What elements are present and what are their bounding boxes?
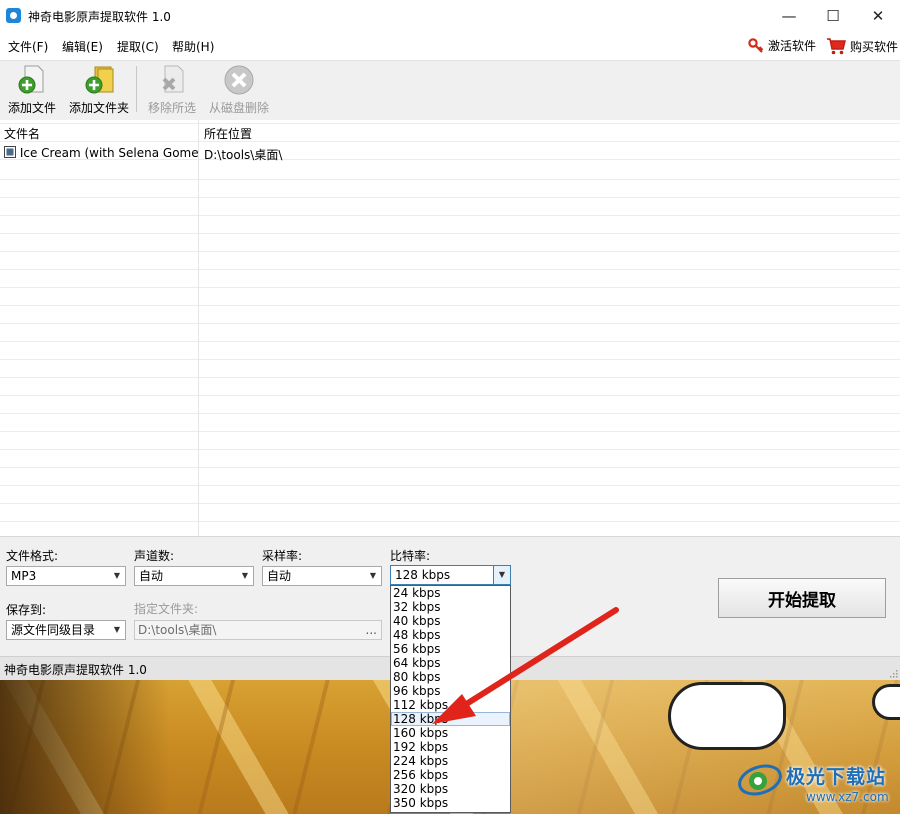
start-extract-button[interactable]: 开始提取 bbox=[718, 578, 886, 618]
add-folder-button[interactable]: 添加文件夹 bbox=[69, 64, 129, 116]
resize-grip-icon[interactable] bbox=[888, 668, 898, 678]
delete-from-disk-button[interactable]: 从磁盘删除 bbox=[209, 64, 269, 116]
format-select[interactable]: MP3 ▼ bbox=[6, 566, 126, 586]
video-file-icon bbox=[4, 146, 16, 158]
column-header-location[interactable]: 所在位置 bbox=[204, 125, 252, 142]
bitrate-option[interactable]: 256 kbps bbox=[391, 768, 510, 782]
add-folder-icon bbox=[85, 66, 114, 94]
toolbar bbox=[0, 60, 900, 122]
remove-file-icon bbox=[162, 65, 184, 93]
activate-label: 激活软件 bbox=[768, 39, 817, 53]
key-icon bbox=[748, 37, 764, 53]
remove-selected-label: 移除所选 bbox=[148, 101, 197, 115]
bitrate-option[interactable]: 350 kbps bbox=[391, 796, 510, 810]
cart-icon bbox=[827, 38, 846, 55]
folder-path-field[interactable]: D:\tools\桌面\ ... bbox=[134, 620, 382, 640]
add-file-label: 添加文件 bbox=[8, 101, 57, 115]
window-title: 神奇电影原声提取软件 1.0 bbox=[28, 10, 171, 24]
saveto-value: 源文件同级目录 bbox=[11, 623, 96, 637]
buy-software-link[interactable]: 购买软件 bbox=[826, 37, 898, 55]
chevron-down-icon: ▼ bbox=[113, 571, 121, 580]
menu-extract[interactable]: 提取(C) bbox=[117, 38, 159, 55]
chevron-down-icon: ▼ bbox=[113, 625, 121, 634]
watermark-brand: 极光下载站 bbox=[786, 766, 887, 788]
menu-help[interactable]: 帮助(H) bbox=[172, 38, 214, 55]
app-icon bbox=[6, 8, 21, 23]
bitrate-value: 128 kbps bbox=[395, 568, 451, 582]
buy-label: 购买软件 bbox=[850, 39, 899, 54]
watermark-url: www.xz7.com bbox=[806, 790, 889, 804]
add-file-button[interactable]: 添加文件 bbox=[8, 64, 56, 116]
bitrate-label: 比特率: bbox=[390, 549, 431, 563]
saveto-label: 保存到: bbox=[6, 603, 47, 617]
toolbar-separator bbox=[136, 66, 137, 112]
chevron-down-icon: ▼ bbox=[493, 566, 510, 584]
chevron-down-icon: ▼ bbox=[369, 571, 377, 580]
samplerate-select[interactable]: 自动 ▼ bbox=[262, 566, 382, 586]
bitrate-select[interactable]: 128 kbps ▼ bbox=[390, 565, 511, 585]
delete-from-disk-label: 从磁盘删除 bbox=[209, 101, 270, 115]
delete-circle-icon bbox=[224, 65, 254, 95]
row-filename: Ice Cream (with Selena Gome... bbox=[19, 146, 198, 160]
annotation-arrow bbox=[432, 607, 619, 724]
status-text: 神奇电影原声提取软件 1.0 bbox=[4, 663, 147, 677]
channels-select[interactable]: 自动 ▼ bbox=[134, 566, 254, 586]
bitrate-option[interactable]: 24 kbps bbox=[391, 586, 510, 600]
row-location: D:\tools\桌面\ bbox=[204, 148, 283, 162]
browse-button[interactable]: ... bbox=[366, 621, 377, 639]
cartoon-hand bbox=[668, 682, 786, 750]
file-list[interactable] bbox=[0, 120, 900, 536]
channels-label: 声道数: bbox=[134, 549, 175, 563]
samplerate-label: 采样率: bbox=[262, 549, 303, 563]
format-label: 文件格式: bbox=[6, 549, 59, 563]
add-file-icon bbox=[18, 65, 44, 94]
remove-selected-button[interactable]: 移除所选 bbox=[148, 64, 196, 116]
menu-file[interactable]: 文件(F) bbox=[8, 38, 48, 55]
chevron-down-icon: ▼ bbox=[241, 571, 249, 580]
minimize-button[interactable]: — bbox=[767, 0, 811, 32]
maximize-button[interactable]: ☐ bbox=[811, 0, 855, 32]
format-value: MP3 bbox=[11, 569, 37, 583]
activate-software-link[interactable]: 激活软件 bbox=[748, 37, 816, 54]
watermark-logo-icon bbox=[738, 764, 782, 796]
samplerate-value: 自动 bbox=[267, 569, 292, 583]
bitrate-option[interactable]: 224 kbps bbox=[391, 754, 510, 768]
channels-value: 自动 bbox=[139, 569, 164, 583]
close-button[interactable]: ✕ bbox=[856, 0, 900, 32]
menu-edit[interactable]: 编辑(E) bbox=[62, 38, 103, 55]
bitrate-option[interactable]: 320 kbps bbox=[391, 782, 510, 796]
add-folder-label: 添加文件夹 bbox=[69, 101, 130, 115]
folder-label: 指定文件夹: bbox=[134, 602, 199, 616]
table-row[interactable]: Ice Cream (with Selena Gome... bbox=[4, 146, 198, 160]
folder-path-value: D:\tools\桌面\ bbox=[138, 623, 217, 637]
video-shadow bbox=[0, 680, 170, 814]
column-header-filename[interactable]: 文件名 bbox=[4, 125, 40, 142]
saveto-select[interactable]: 源文件同级目录 ▼ bbox=[6, 620, 126, 640]
bitrate-option[interactable]: 192 kbps bbox=[391, 740, 510, 754]
cartoon-shape bbox=[872, 684, 900, 720]
column-separator bbox=[198, 120, 199, 536]
